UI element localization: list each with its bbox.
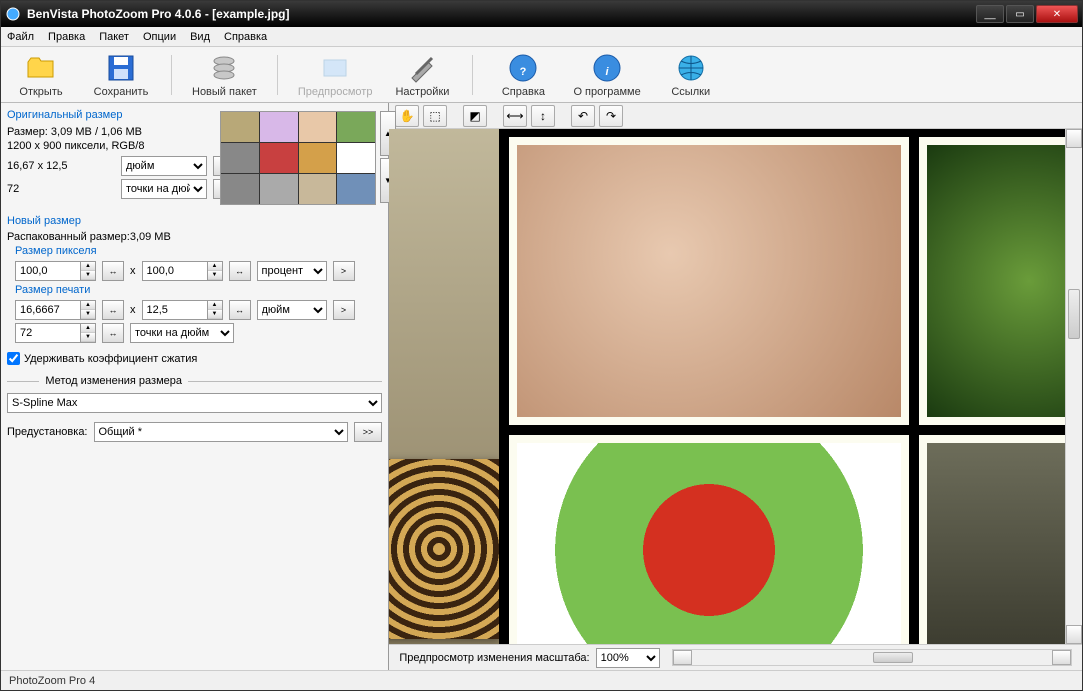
status-bar: PhotoZoom Pro 4: [1, 670, 1082, 690]
globe-icon: [675, 52, 707, 84]
print-height-input[interactable]: ▲▼: [142, 300, 223, 320]
orig-unit2-select[interactable]: точки на дюйм: [121, 179, 207, 199]
left-panel: Оригинальный размер Размер: 3,09 МВ / 1,…: [1, 103, 389, 670]
resolution-reset[interactable]: ↔: [102, 323, 124, 343]
undo-button[interactable]: ↶: [571, 105, 595, 127]
titlebar: BenVista PhotoZoom Pro 4.0.6 - [example.…: [1, 1, 1082, 27]
resolution-input[interactable]: ▲▼: [15, 323, 96, 343]
about-button[interactable]: i О программе: [573, 52, 640, 98]
menubar: Файл Правка Пакет Опции Вид Справка: [1, 27, 1082, 47]
zoom-label: Предпросмотр изменения масштаба:: [399, 652, 589, 664]
help-button[interactable]: ? Справка: [493, 52, 553, 98]
orig-unit1-select[interactable]: дюйм: [121, 156, 207, 176]
preview-image: [919, 137, 1065, 425]
help-icon: ?: [507, 52, 539, 84]
menu-help[interactable]: Справка: [224, 31, 267, 43]
pixel-size-title: Размер пикселя: [15, 245, 382, 257]
print-width-input[interactable]: ▲▼: [15, 300, 96, 320]
preview-button[interactable]: Предпросмотр: [298, 52, 373, 98]
toolbar-separator: [277, 55, 278, 95]
x-label: x: [130, 304, 136, 316]
thumbnail-overview[interactable]: [220, 111, 376, 205]
folder-open-icon: [25, 52, 57, 84]
pixel-width-input[interactable]: ▲▼: [15, 261, 96, 281]
status-text: PhotoZoom Pro 4: [9, 675, 95, 687]
maximize-button[interactable]: ▭: [1006, 5, 1034, 23]
dimensions-label: 1200 x 900 пиксели, RGB/8: [7, 140, 144, 152]
vertical-scrollbar[interactable]: [1065, 129, 1082, 644]
preview-footer: Предпросмотр изменения масштаба: 100%: [389, 644, 1082, 670]
new-size-title: Новый размер: [7, 215, 382, 227]
keep-ratio-label: Удерживать коэффициент сжатия: [24, 353, 197, 365]
resize-method-title: Метод изменения размера: [45, 375, 182, 387]
pixel-unit-select[interactable]: процент: [257, 261, 327, 281]
size-label: Размер: 3,09 МВ / 1,06 МВ: [7, 126, 142, 138]
preset-select[interactable]: Общий *: [94, 422, 349, 442]
minimize-button[interactable]: __: [976, 5, 1004, 23]
batch-icon: [208, 52, 240, 84]
flip-h-button[interactable]: ⟷: [503, 105, 527, 127]
save-button[interactable]: Сохранить: [91, 52, 151, 98]
menu-file[interactable]: Файл: [7, 31, 34, 43]
app-icon: [5, 6, 21, 22]
preview-image: [389, 459, 499, 639]
menu-edit[interactable]: Правка: [48, 31, 85, 43]
preview-toolbar: ✋ ⬚ ◩ ⟷ ↕ ↶ ↷: [389, 103, 1082, 129]
menu-options[interactable]: Опции: [143, 31, 176, 43]
preset-label: Предустановка:: [7, 426, 88, 438]
print-unit-select[interactable]: дюйм: [257, 300, 327, 320]
preview-image: [509, 137, 909, 425]
toolbar-separator: [472, 55, 473, 95]
preview-area: ✋ ⬚ ◩ ⟷ ↕ ↶ ↷: [389, 103, 1082, 670]
resolution-unit-select[interactable]: точки на дюйм: [130, 323, 234, 343]
preview-canvas[interactable]: [389, 129, 1065, 644]
menu-view[interactable]: Вид: [190, 31, 210, 43]
flip-v-button[interactable]: ↕: [531, 105, 555, 127]
hand-tool-button[interactable]: ✋: [395, 105, 419, 127]
zoom-select[interactable]: 100%: [596, 648, 660, 668]
preview-image: [919, 435, 1065, 644]
open-button[interactable]: Открыть: [11, 52, 71, 98]
tools-icon: [406, 52, 438, 84]
menu-batch[interactable]: Пакет: [99, 31, 129, 43]
close-button[interactable]: ✕: [1036, 5, 1078, 23]
x-label: x: [130, 265, 136, 277]
toolbar-separator: [171, 55, 172, 95]
unpacked-label: Распакованный размер:3,09 МВ: [7, 231, 382, 243]
window-title: BenVista PhotoZoom Pro 4.0.6 - [example.…: [27, 7, 976, 21]
print-width-reset[interactable]: ↔: [102, 300, 124, 320]
preview-image: [509, 435, 909, 644]
redo-button[interactable]: ↷: [599, 105, 623, 127]
new-batch-button[interactable]: Новый пакет: [192, 52, 257, 98]
info-icon: i: [591, 52, 623, 84]
main-toolbar: Открыть Сохранить Новый пакет Предпросмо…: [1, 47, 1082, 103]
settings-button[interactable]: Настройки: [392, 52, 452, 98]
keep-ratio-checkbox[interactable]: [7, 352, 20, 365]
links-button[interactable]: Ссылки: [661, 52, 721, 98]
marquee-tool-button[interactable]: ⬚: [423, 105, 447, 127]
print-height-reset[interactable]: ↔: [229, 300, 251, 320]
pixel-height-reset[interactable]: ↔: [229, 261, 251, 281]
horizontal-scrollbar[interactable]: [672, 649, 1072, 666]
pixel-width-reset[interactable]: ↔: [102, 261, 124, 281]
pixel-apply-button[interactable]: >: [333, 261, 355, 281]
pixel-height-input[interactable]: ▲▼: [142, 261, 223, 281]
print-size-title: Размер печати: [15, 284, 382, 296]
resize-method-select[interactable]: S-Spline Max: [7, 393, 382, 413]
preset-more-button[interactable]: >>: [354, 422, 382, 442]
orig-res-label: 72: [7, 183, 115, 195]
crop-tool-button[interactable]: ◩: [463, 105, 487, 127]
print-apply-button[interactable]: >: [333, 300, 355, 320]
print-size-label: 16,67 x 12,5: [7, 160, 115, 172]
floppy-icon: [105, 52, 137, 84]
svg-text:?: ?: [520, 66, 527, 78]
preview-icon: [319, 52, 351, 84]
